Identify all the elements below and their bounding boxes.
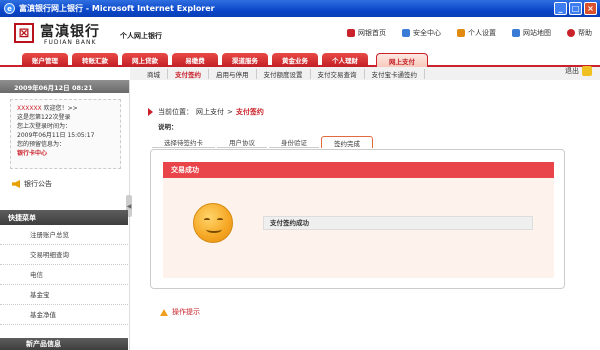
card-center-link[interactable]: 银行卡中心 [17, 149, 114, 158]
subnav-enable-disable[interactable]: 启用与停用 [209, 68, 257, 79]
user-name: XXXXXX [17, 105, 42, 112]
panel-body: 支付签约成功 [163, 178, 554, 278]
top-link-label: 个人设置 [468, 29, 496, 37]
new-products-title[interactable]: 新产品信息 [0, 338, 128, 350]
reserved-info: 您的预留信息为： [17, 141, 66, 148]
tip-label: 操作提示 [172, 308, 200, 316]
step-select-card: 选择待签约卡 [152, 136, 215, 148]
exit-icon [582, 66, 592, 76]
warning-icon [160, 308, 168, 316]
top-link-security[interactable]: 安全中心 [402, 28, 441, 38]
main-content: 当前位置： 网上支付 > 支付签约 说明： 选择待签约卡 用户协议 身份验证 签… [140, 82, 595, 350]
quick-item[interactable]: 基金净值 [0, 305, 128, 325]
breadcrumb: 当前位置： 网上支付 > 支付签约 [148, 107, 264, 117]
breadcrumb-parent: 网上支付 [196, 108, 224, 116]
operation-tip[interactable]: 操作提示 [160, 307, 200, 317]
step-verification: 身份验证 [269, 136, 319, 148]
maximize-button[interactable]: □ [569, 2, 582, 15]
result-message: 支付签约成功 [263, 216, 533, 230]
quick-item[interactable]: 交易明细查询 [0, 245, 128, 265]
minimize-button[interactable]: _ [554, 2, 567, 15]
subnav-alipay[interactable]: 支付宝卡通签约 [365, 68, 425, 79]
quick-menu: 注册账户总览 交易明细查询 电信 基金宝 基金净值 [0, 225, 128, 325]
shield-icon [402, 29, 410, 37]
window-titlebar: e 富滇银行网上银行 - Microsoft Internet Explorer… [0, 0, 600, 17]
subnav-query[interactable]: 支付交易查询 [311, 68, 365, 79]
subnav-limit[interactable]: 支付额度设置 [257, 68, 311, 79]
smiley-icon [193, 203, 233, 243]
greeting[interactable]: 欢迎您！>> [44, 105, 78, 112]
help-icon [567, 29, 575, 37]
breadcrumb-separator: > [227, 108, 233, 116]
login-count: 这是您第122次登录 [17, 114, 71, 121]
logout-button[interactable]: 退出 [565, 66, 592, 76]
subnav-payment-sign[interactable]: 支付签约 [168, 68, 209, 79]
main-nav: 账户管理 转账汇款 网上贷款 易缴费 渠道服务 黄金业务 个人理财 网上支付 [0, 51, 600, 67]
top-link-label: 安全中心 [413, 29, 441, 37]
user-icon [457, 29, 465, 37]
top-link-label: 帮助 [578, 29, 592, 37]
quick-item[interactable]: 注册账户总览 [0, 225, 128, 245]
top-link-sitemap[interactable]: 网站地图 [512, 28, 551, 38]
last-login-label: 您上次登录时间为： [17, 123, 72, 130]
logout-label: 退出 [565, 67, 579, 75]
step-complete: 签约完成 [321, 136, 373, 148]
result-panel: 交易成功 支付签约成功 [150, 149, 565, 289]
tab-channel[interactable]: 渠道服务 [222, 53, 268, 67]
site-header: ⊠ 富滇银行 FUDIAN BANK 个人网上银行 网银首页 安全中心 个人设置… [0, 17, 600, 51]
subnav-mall[interactable]: 商城 [140, 68, 168, 79]
quick-item[interactable]: 电信 [0, 265, 128, 285]
top-link-label: 网银首页 [358, 29, 386, 37]
quick-menu-title: 快捷菜单 [0, 210, 128, 225]
bank-name-en: FUDIAN BANK [44, 39, 97, 46]
quick-item[interactable]: 基金宝 [0, 285, 128, 305]
step-agreement: 用户协议 [217, 136, 267, 148]
notice-label: 银行公告 [24, 180, 52, 188]
sub-nav: 商城 支付签约 启用与停用 支付额度设置 支付交易查询 支付宝卡通签约 [130, 67, 600, 80]
browser-icon: e [4, 3, 15, 14]
date-bar: 2009年06月12日 08:21 [0, 80, 129, 93]
breadcrumb-prefix: 当前位置： [158, 108, 193, 116]
panel-title: 交易成功 [163, 162, 554, 178]
step-tabs: 选择待签约卡 用户协议 身份验证 签约完成 [152, 136, 373, 148]
tab-gold[interactable]: 黄金业务 [272, 53, 318, 67]
tab-payment-service[interactable]: 易缴费 [172, 53, 218, 67]
bank-name: 富滇银行 [40, 24, 100, 40]
top-link-settings[interactable]: 个人设置 [457, 28, 496, 38]
speaker-icon [12, 180, 20, 188]
top-link-label: 网站地图 [523, 29, 551, 37]
top-links: 网银首页 安全中心 个人设置 网站地图 帮助 [347, 28, 592, 38]
tab-account[interactable]: 账户管理 [22, 53, 68, 67]
tab-loan[interactable]: 网上贷款 [122, 53, 168, 67]
home-icon [347, 29, 355, 37]
bank-logo-icon: ⊠ [14, 23, 34, 43]
arrow-icon [148, 108, 153, 116]
site-subtitle: 个人网上银行 [120, 32, 162, 40]
window-controls: _ □ × [554, 2, 597, 15]
bank-notice[interactable]: 银行公告 [0, 177, 129, 191]
description-label: 说明： [158, 123, 178, 131]
top-link-help[interactable]: 帮助 [567, 28, 592, 38]
tab-transfer[interactable]: 转账汇款 [72, 53, 118, 67]
breadcrumb-current: 支付签约 [235, 108, 264, 116]
user-info: XXXXXX 欢迎您！>> 这是您第122次登录 您上次登录时间为： 2009年… [10, 99, 121, 169]
window-title: 富滇银行网上银行 - Microsoft Internet Explorer [19, 4, 215, 13]
tab-finance[interactable]: 个人理财 [322, 53, 368, 67]
tab-online-payment[interactable]: 网上支付 [376, 53, 428, 67]
map-icon [512, 29, 520, 37]
last-login-time: 2009年06月11日 15:05:17 [17, 132, 95, 139]
close-button[interactable]: × [584, 2, 597, 15]
top-link-home[interactable]: 网银首页 [347, 28, 386, 38]
